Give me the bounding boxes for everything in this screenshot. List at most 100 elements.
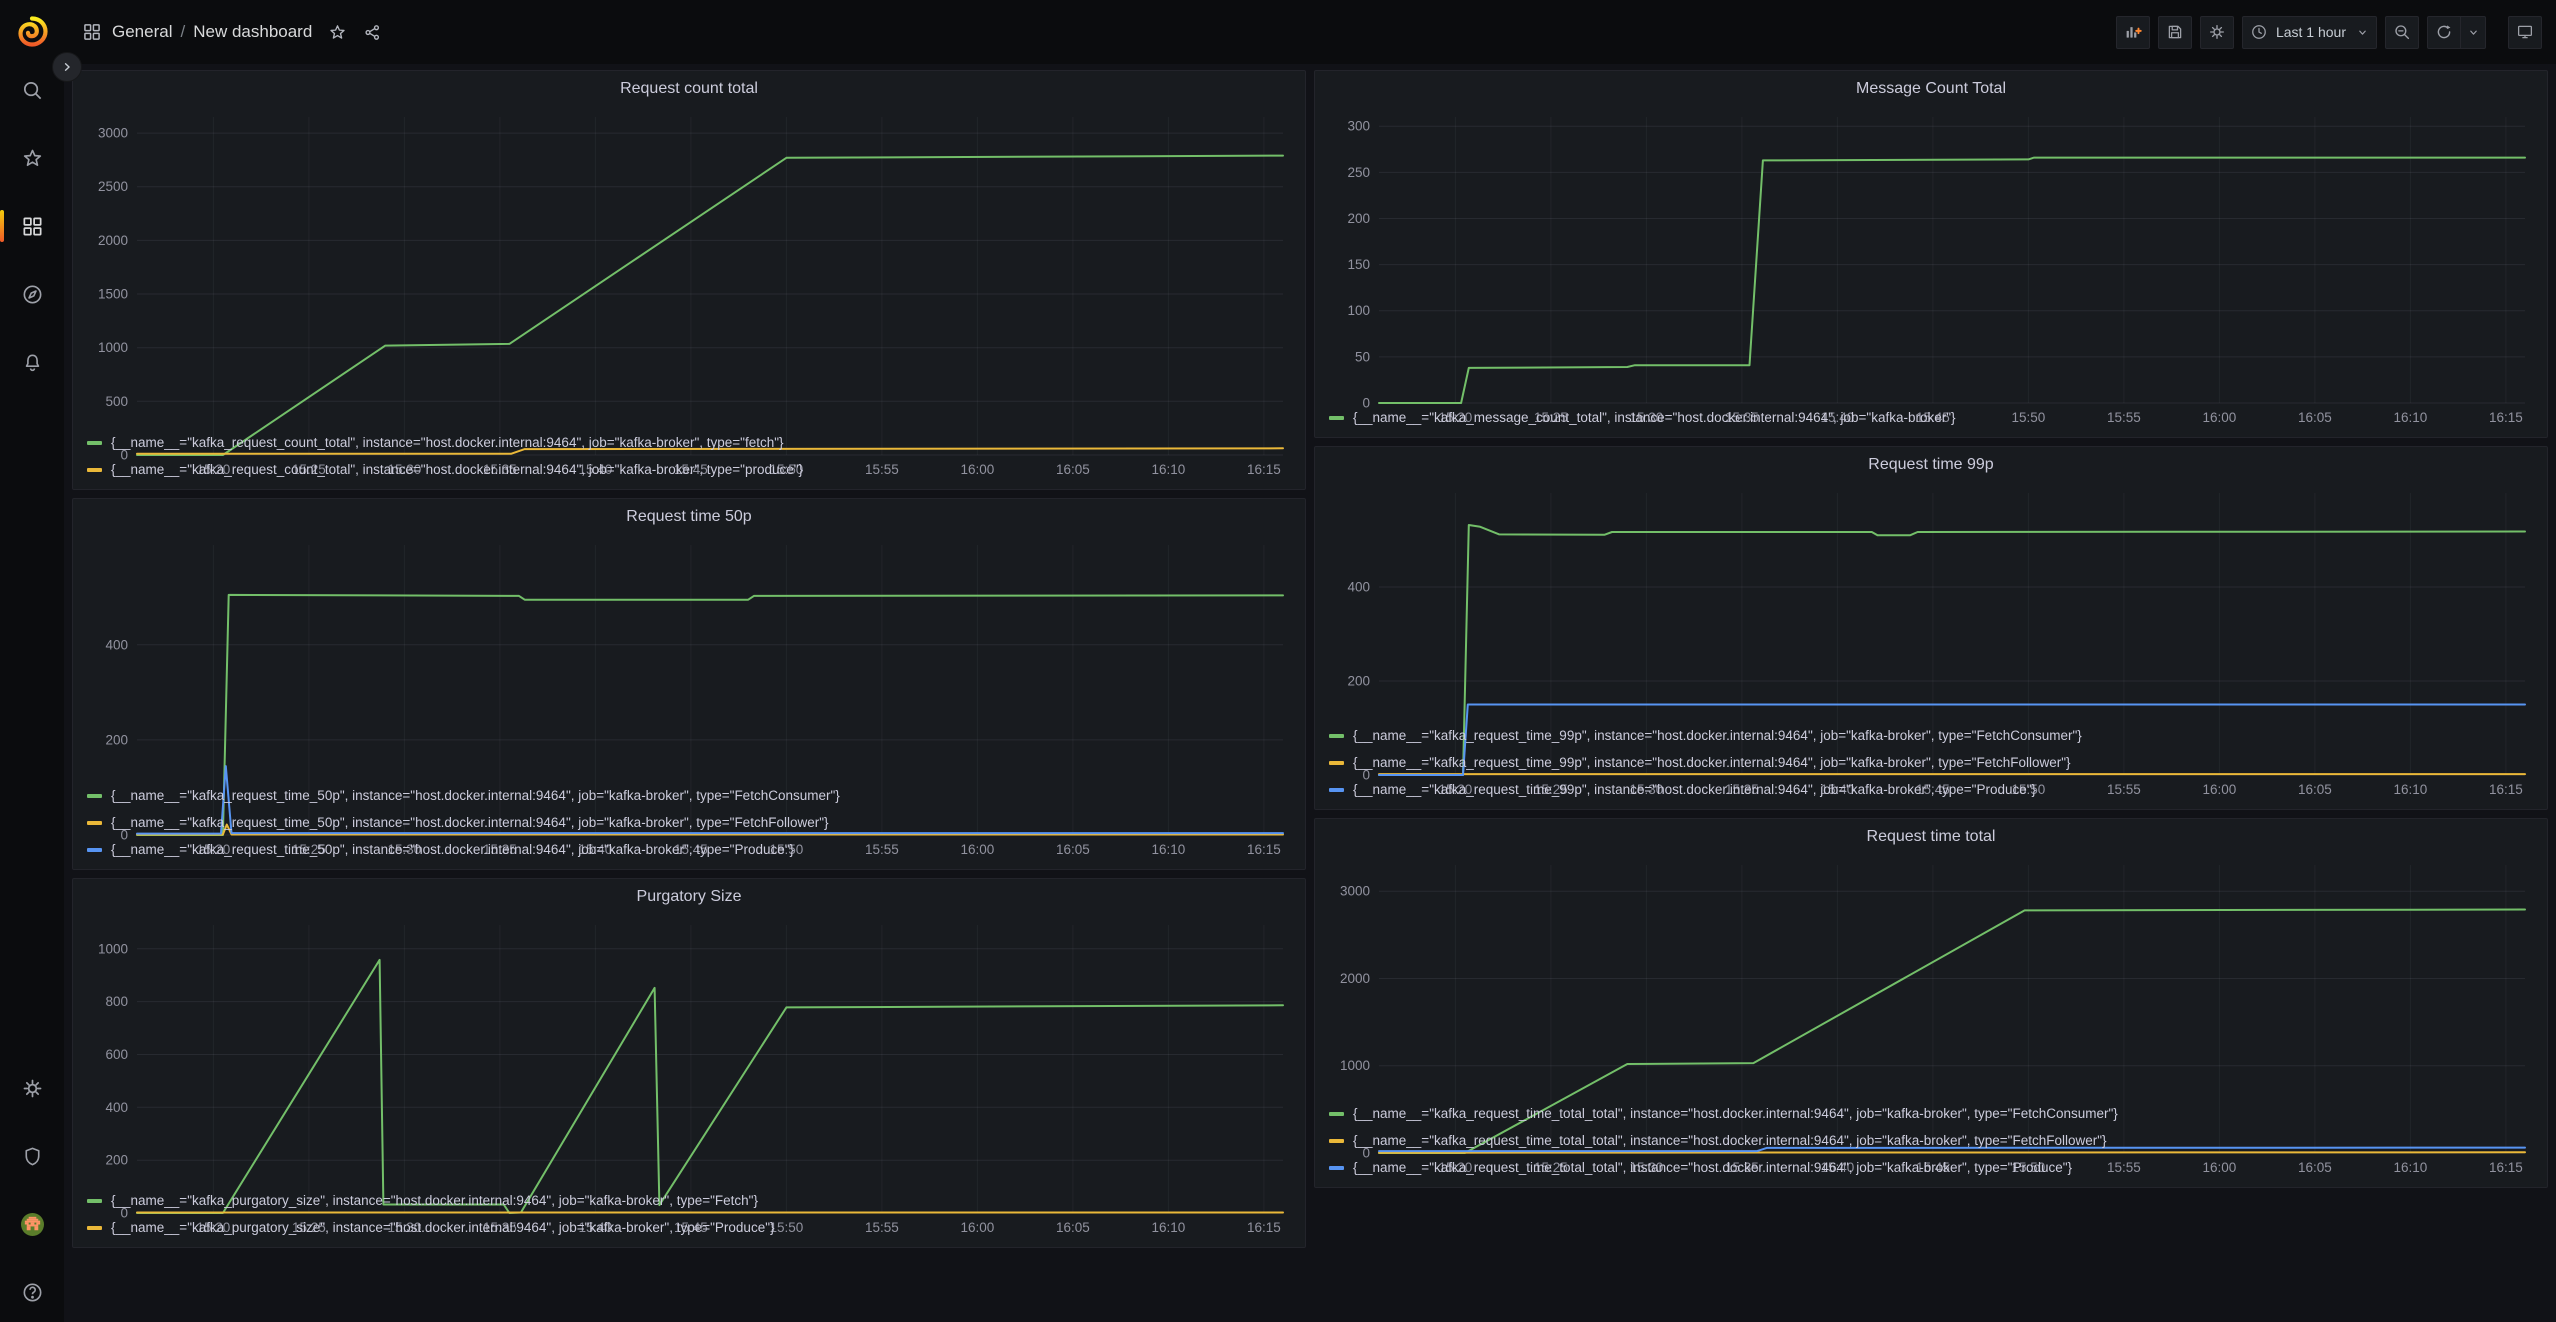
legend-label: {__name__="kafka_purgatory_size", instan… (111, 1220, 775, 1235)
legend-swatch-icon (1329, 1112, 1344, 1116)
legend-item[interactable]: {__name__="kafka_purgatory_size", instan… (87, 1187, 1295, 1214)
legend-item[interactable]: {__name__="kafka_message_count_total", i… (1329, 404, 2537, 431)
toolbar: Last 1 hour (2116, 16, 2542, 49)
time-series-chart[interactable]: 15:2015:2515:3015:3515:4015:4515:5015:55… (83, 105, 1295, 427)
server-admin-icon[interactable] (12, 1136, 52, 1176)
help-icon[interactable] (12, 1272, 52, 1312)
panel-request-time-99p: Request time 99p 15:2015:2515:3015:3515:… (1314, 446, 2548, 810)
alerting-icon[interactable] (12, 342, 52, 382)
refresh-icon (2435, 23, 2453, 41)
panel-title[interactable]: Request time 99p (1325, 449, 2537, 481)
breadcrumb-separator: / (180, 22, 185, 42)
legend-swatch-icon (1329, 761, 1344, 765)
y-tick-label: 300 (1347, 119, 1370, 134)
legend: {__name__="kafka_request_time_total_tota… (1325, 1098, 2537, 1181)
zoom-out-button[interactable] (2385, 16, 2419, 49)
legend-swatch-icon (87, 1199, 102, 1203)
user-avatar[interactable] (12, 1204, 52, 1244)
time-series-chart[interactable]: 15:2015:2515:3015:3515:4015:4515:5015:55… (83, 533, 1295, 780)
starred-icon[interactable] (12, 138, 52, 178)
time-series-chart[interactable]: 15:2015:2515:3015:3515:4015:4515:5015:55… (83, 913, 1295, 1185)
time-series-plot[interactable]: 15:2015:2515:3015:3515:4015:4515:5015:55… (83, 105, 1295, 481)
legend-swatch-icon (87, 441, 102, 445)
star-icon[interactable] (328, 23, 347, 42)
legend-item[interactable]: {__name__="kafka_request_time_99p", inst… (1329, 722, 2537, 749)
legend-label: {__name__="kafka_purgatory_size", instan… (111, 1193, 758, 1208)
expand-menu-icon[interactable] (52, 52, 82, 82)
y-tick-label: 400 (105, 637, 128, 652)
legend-label: {__name__="kafka_request_count_total", i… (111, 462, 803, 477)
panel-message-count-total: Message Count Total 15:2015:2515:3015:35… (1314, 70, 2548, 438)
monitor-icon (2516, 23, 2534, 41)
legend-swatch-icon (87, 468, 102, 472)
panel-title[interactable]: Request count total (83, 73, 1295, 105)
legend-item[interactable]: {__name__="kafka_request_time_total_tota… (1329, 1127, 2537, 1154)
legend: {__name__="kafka_request_time_99p", inst… (1325, 720, 2537, 803)
legend-label: {__name__="kafka_request_time_total_tota… (1353, 1106, 2118, 1121)
legend-item[interactable]: {__name__="kafka_request_count_total", i… (87, 429, 1295, 456)
panel-title[interactable]: Message Count Total (1325, 73, 2537, 105)
legend: {__name__="kafka_purgatory_size", instan… (83, 1185, 1295, 1241)
y-tick-label: 2000 (98, 233, 128, 248)
y-tick-label: 200 (105, 732, 128, 747)
y-tick-label: 500 (105, 394, 128, 409)
explore-icon[interactable] (12, 274, 52, 314)
legend-item[interactable]: {__name__="kafka_request_time_50p", inst… (87, 782, 1295, 809)
legend-item[interactable]: {__name__="kafka_request_time_99p", inst… (1329, 749, 2537, 776)
time-series-chart[interactable]: 15:2015:2515:3015:3515:4015:4515:5015:55… (1325, 481, 2537, 720)
breadcrumb-page-title[interactable]: New dashboard (193, 22, 312, 42)
time-series-plot[interactable]: 15:2015:2515:3015:3515:4015:4515:5015:55… (1325, 105, 2537, 429)
refresh-interval-dropdown[interactable] (2460, 16, 2486, 49)
dashboards-icon[interactable] (12, 206, 52, 246)
top-navigation: General / New dashboard Last 1 hour (64, 0, 2556, 64)
add-panel-button[interactable] (2116, 16, 2150, 49)
y-tick-label: 150 (1347, 257, 1370, 272)
legend-label: {__name__="kafka_request_time_99p", inst… (1353, 755, 2071, 770)
legend-label: {__name__="kafka_request_time_50p", inst… (111, 815, 829, 830)
breadcrumb-section[interactable]: General (112, 22, 172, 42)
cycle-view-button[interactable] (2508, 16, 2542, 49)
time-series-chart[interactable]: 15:2015:2515:3015:3515:4015:4515:5015:55… (1325, 105, 2537, 402)
y-tick-label: 50 (1355, 349, 1370, 364)
y-tick-label: 200 (105, 1153, 128, 1168)
legend-item[interactable]: {__name__="kafka_request_time_total_tota… (1329, 1100, 2537, 1127)
y-tick-label: 100 (1347, 303, 1370, 318)
legend-swatch-icon (1329, 1166, 1344, 1170)
legend-item[interactable]: {__name__="kafka_request_count_total", i… (87, 456, 1295, 483)
dashboard-settings-button[interactable] (2200, 16, 2234, 49)
y-tick-label: 600 (105, 1047, 128, 1062)
panel-title[interactable]: Request time total (1325, 821, 2537, 853)
share-icon[interactable] (363, 23, 382, 42)
search-icon[interactable] (12, 70, 52, 110)
y-tick-label: 2000 (1340, 971, 1370, 986)
panel-title[interactable]: Purgatory Size (83, 881, 1295, 913)
legend-swatch-icon (1329, 416, 1344, 420)
y-tick-label: 1500 (98, 287, 128, 302)
y-tick-label: 400 (1347, 580, 1370, 595)
refresh-button[interactable] (2427, 16, 2460, 49)
legend-item[interactable]: {__name__="kafka_purgatory_size", instan… (87, 1214, 1295, 1241)
time-series-chart[interactable]: 15:2015:2515:3015:3515:4015:4515:5015:55… (1325, 853, 2537, 1098)
save-dashboard-button[interactable] (2158, 16, 2192, 49)
y-tick-label: 200 (1347, 211, 1370, 226)
legend-swatch-icon (1329, 1139, 1344, 1143)
chevron-down-icon (2356, 26, 2369, 39)
legend-label: {__name__="kafka_request_time_total_tota… (1353, 1133, 2107, 1148)
legend-item[interactable]: {__name__="kafka_request_time_50p", inst… (87, 809, 1295, 836)
time-range-label: Last 1 hour (2276, 24, 2346, 40)
y-tick-label: 3000 (98, 126, 128, 141)
legend-swatch-icon (87, 1226, 102, 1230)
save-icon (2166, 23, 2184, 41)
panel-request-time-50p: Request time 50p 15:2015:2515:3015:3515:… (72, 498, 1306, 870)
grafana-logo-icon[interactable] (14, 14, 50, 50)
legend-label: {__name__="kafka_request_time_50p", inst… (111, 788, 840, 803)
configuration-icon[interactable] (12, 1068, 52, 1108)
y-tick-label: 250 (1347, 165, 1370, 180)
legend-item[interactable]: {__name__="kafka_request_time_50p", inst… (87, 836, 1295, 863)
legend-item[interactable]: {__name__="kafka_request_time_99p", inst… (1329, 776, 2537, 803)
time-range-picker[interactable]: Last 1 hour (2242, 16, 2377, 49)
apps-grid-icon (82, 22, 102, 42)
sidebar (0, 0, 64, 1322)
panel-title[interactable]: Request time 50p (83, 501, 1295, 533)
legend-item[interactable]: {__name__="kafka_request_time_total_tota… (1329, 1154, 2537, 1181)
